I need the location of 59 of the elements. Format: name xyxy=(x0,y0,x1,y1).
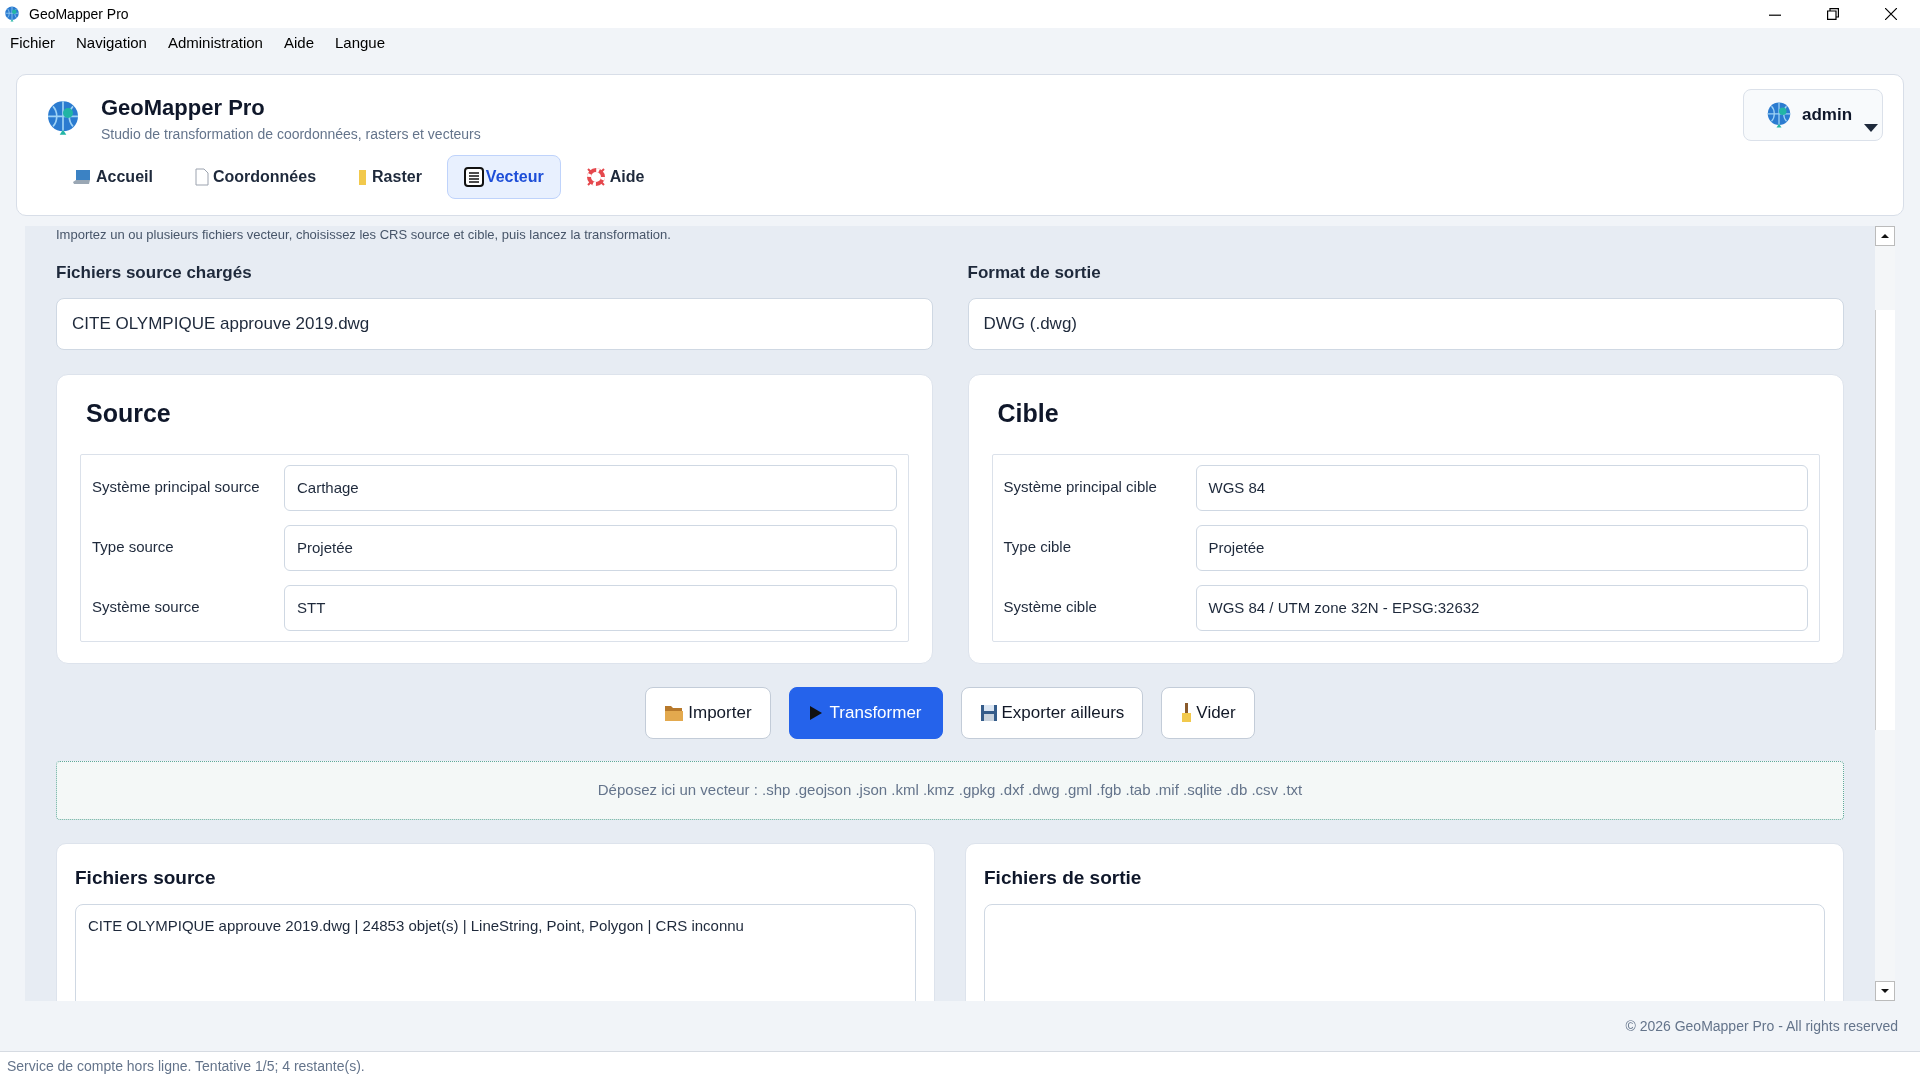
field-label: Type source xyxy=(92,537,175,557)
dropdown-field[interactable]: Carthage xyxy=(284,465,897,511)
menu-item[interactable]: Aide xyxy=(283,31,314,55)
close-icon xyxy=(1885,8,1897,20)
arrow-up-icon xyxy=(1881,234,1889,238)
scrollbar[interactable] xyxy=(1875,226,1895,1001)
nav-tab[interactable]: Aide xyxy=(568,155,662,199)
panel-title: Fichiers de sortie xyxy=(984,865,1143,890)
drop-zone[interactable]: Déposez ici un vecteur : .shp .geojson .json .kml .kmz .gpkg .dxf .dwg .gml .fgb .tab .mif .sqlite .db .csv .txt xyxy=(56,760,1844,820)
window-title: GeoMapper Pro xyxy=(29,4,129,24)
nav-tab[interactable]: Raster xyxy=(341,155,439,199)
field-label: Système principal cible xyxy=(1003,477,1158,497)
field-label: Système cible xyxy=(1003,597,1098,617)
nav-tab[interactable]: Accueil xyxy=(55,155,170,199)
app-title: GeoMapper Pro xyxy=(101,94,266,122)
dropdown-field[interactable]: WGS 84 xyxy=(1195,465,1808,511)
caret-icon xyxy=(1864,124,1878,132)
panel-title: Cible xyxy=(997,397,1060,429)
dropdown-field[interactable]: Projetée xyxy=(1195,525,1808,571)
menu-item[interactable]: Langue xyxy=(335,31,386,55)
restore-icon xyxy=(1827,8,1839,20)
input-field[interactable]: DWG (.dwg) xyxy=(967,297,1844,350)
file-list-item[interactable]: CITE OLYMPIQUE approuve 2019.dwg | 24853 objet(s) | LineString, Point, Polygon | CRS inconnu xyxy=(88,915,903,938)
input-field[interactable]: CITE OLYMPIQUE approuve 2019.dwg xyxy=(56,297,933,350)
nav-tab[interactable]: Coordonnées xyxy=(177,155,334,199)
panel-title: Fichiers source xyxy=(75,865,217,890)
arrow-down-icon xyxy=(1881,989,1889,993)
field-label: Type cible xyxy=(1003,537,1073,557)
paintbrush-icon xyxy=(1180,702,1193,723)
user-menu-button[interactable]: admin xyxy=(1743,89,1883,141)
panel-title: Source xyxy=(86,397,172,429)
dropdown-field[interactable]: WGS 84 / UTM zone 32N - EPSG:32632 xyxy=(1195,585,1808,631)
field-label: Système source xyxy=(92,597,201,617)
action-button[interactable]: Vider xyxy=(1161,686,1255,739)
play-icon xyxy=(809,705,822,720)
intro-text: Importez un ou plusieurs fichiers vecteur, choisissez les CRS source et cible, puis lancez la transformation. xyxy=(56,227,672,243)
nav-tab[interactable]: Vecteur xyxy=(446,155,561,199)
scroll-down-button[interactable] xyxy=(1875,981,1895,1001)
app-icon xyxy=(3,5,21,23)
dropdown-field[interactable]: Projetée xyxy=(284,525,897,571)
app-subtitle: Studio de transformation de coordonnées, rasters et vecteurs xyxy=(101,125,481,144)
page-icon xyxy=(194,168,209,186)
action-button[interactable]: Importer xyxy=(645,686,771,739)
scroll-up-button[interactable] xyxy=(1875,226,1895,246)
field-label: Format de sortie xyxy=(967,262,1102,284)
scroll-thumb[interactable] xyxy=(1875,310,1895,730)
field-label: Fichiers source chargés xyxy=(56,262,253,284)
lifebuoy-icon xyxy=(585,167,606,187)
action-button[interactable]: Transformer xyxy=(788,686,943,739)
monitor-icon xyxy=(72,169,92,185)
document-list-icon xyxy=(463,167,484,187)
menu-item[interactable]: Navigation xyxy=(76,31,147,55)
field-label: Système principal source xyxy=(92,477,261,497)
action-button[interactable]: Exporter ailleurs xyxy=(960,686,1144,739)
copyright-text: © 2026 GeoMapper Pro - All rights reserved xyxy=(1625,1016,1898,1036)
status-text: Service de compte hors ligne. Tentative 1/5; 4 restante(s). xyxy=(7,1056,365,1076)
dropdown-field[interactable]: STT xyxy=(284,585,897,631)
menu-item[interactable]: Fichier xyxy=(10,31,55,55)
menu-item[interactable]: Administration xyxy=(167,31,263,55)
